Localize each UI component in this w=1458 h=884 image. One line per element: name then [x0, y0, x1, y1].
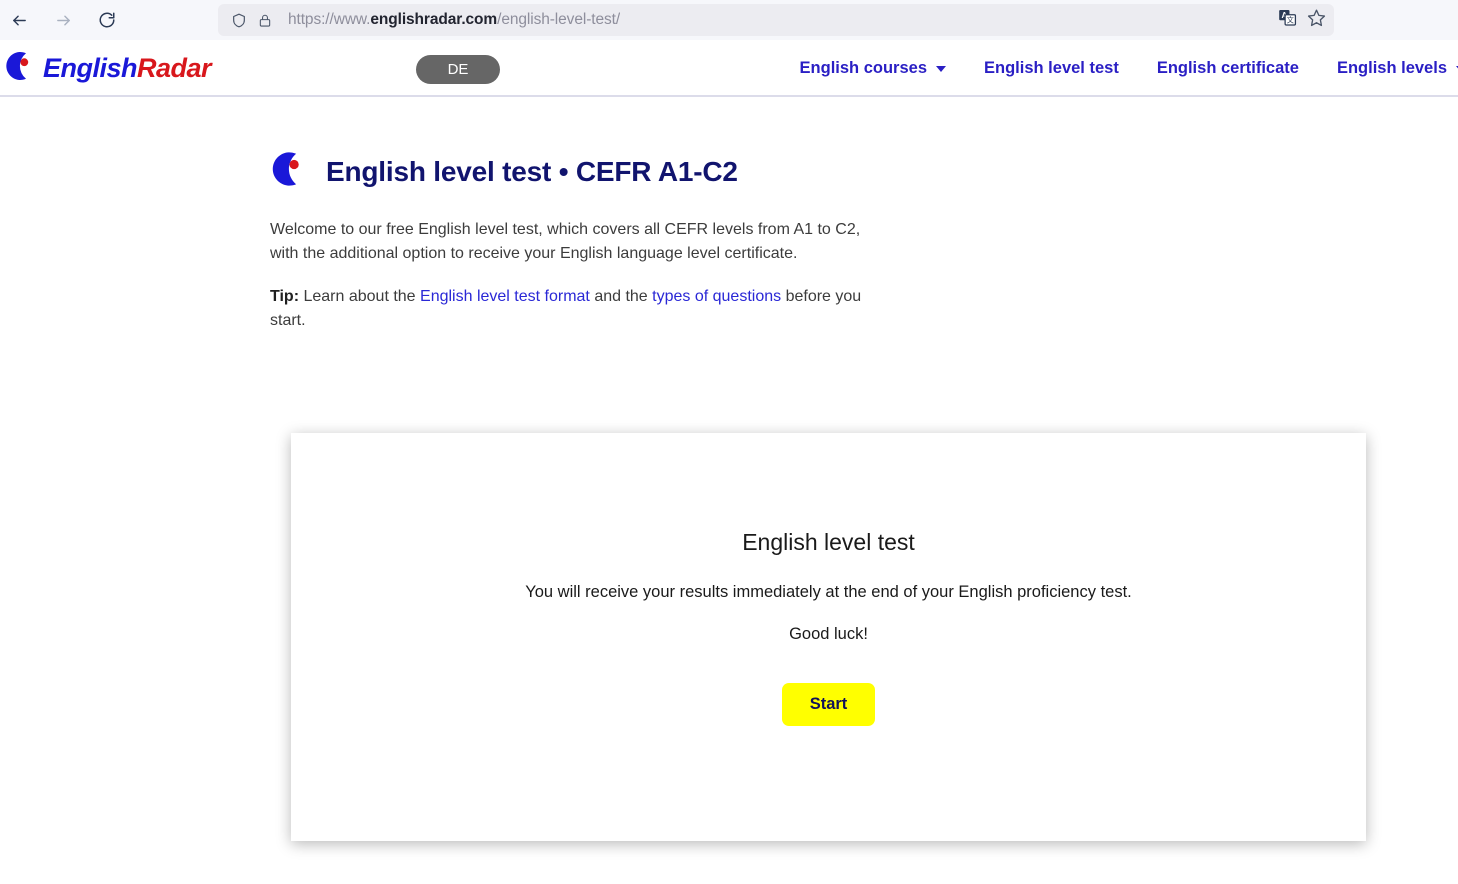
- link-test-format[interactable]: English level test format: [420, 288, 590, 305]
- logo-wordmark: EnglishRadar: [43, 53, 212, 84]
- back-button[interactable]: [4, 5, 34, 35]
- main-navigation: English courses English level test Engli…: [762, 55, 1458, 82]
- language-switch-label: DE: [447, 61, 469, 78]
- nav-item-english-level-test[interactable]: English level test: [984, 55, 1119, 82]
- back-arrow-icon: [11, 12, 28, 29]
- nav-item-english-levels[interactable]: English levels: [1337, 55, 1458, 82]
- crescent-dot-logo-icon: [4, 50, 36, 87]
- language-switch-button[interactable]: DE: [416, 55, 500, 84]
- logo-word-radar: Radar: [137, 53, 212, 83]
- site-logo[interactable]: EnglishRadar: [4, 50, 212, 87]
- nav-item-english-certificate[interactable]: English certificate: [1157, 55, 1299, 82]
- forward-button[interactable]: [48, 5, 78, 35]
- forward-arrow-icon: [55, 12, 72, 29]
- shield-icon[interactable]: [226, 7, 252, 33]
- url-text[interactable]: https://www.englishradar.com/english-lev…: [288, 11, 620, 29]
- link-types-of-questions[interactable]: types of questions: [652, 288, 781, 305]
- tip-text-between: and the: [589, 288, 653, 305]
- site-header: EnglishRadar English courses English lev…: [0, 40, 1458, 97]
- lock-icon[interactable]: [252, 7, 278, 33]
- intro-paragraph: Welcome to our free English level test, …: [270, 221, 861, 262]
- nav-item-english-courses[interactable]: English courses: [799, 55, 947, 82]
- tip-paragraph: Tip: Learn about the English level test …: [270, 285, 870, 333]
- translate-icon[interactable]: A 文: [1278, 8, 1297, 32]
- address-bar[interactable]: https://www.englishradar.com/english-lev…: [218, 4, 1334, 36]
- star-bookmark-icon[interactable]: [1307, 8, 1326, 32]
- crescent-dot-logo-icon: [270, 150, 308, 193]
- reload-button[interactable]: [92, 5, 122, 35]
- intro-section: Welcome to our free English level test, …: [270, 218, 870, 333]
- nav-label: English levels: [1336, 59, 1447, 77]
- nav-label: English level test: [984, 59, 1119, 77]
- test-card-title: English level test: [742, 529, 915, 555]
- tip-text-before: Learn about the: [299, 288, 421, 305]
- svg-text:文: 文: [1287, 16, 1294, 25]
- browser-nav-buttons: [0, 5, 122, 35]
- nav-label: English certificate: [1156, 59, 1299, 77]
- page-heading: English level test • CEFR A1-C2: [270, 150, 738, 193]
- address-bar-actions: A 文: [1278, 8, 1326, 32]
- page-title: English level test • CEFR A1-C2: [326, 155, 738, 187]
- reload-icon: [98, 11, 116, 29]
- nav-label: English courses: [799, 59, 928, 77]
- tip-label: Tip:: [270, 288, 300, 305]
- browser-toolbar: https://www.englishradar.com/english-lev…: [0, 0, 1458, 40]
- logo-word-english: English: [43, 53, 138, 83]
- test-card-good-luck: Good luck!: [789, 625, 868, 643]
- chevron-down-icon: [936, 65, 947, 72]
- test-card-content: English level test You will receive your…: [291, 529, 1366, 726]
- start-button[interactable]: Start: [781, 683, 876, 726]
- test-card: English level test You will receive your…: [291, 433, 1366, 841]
- test-card-subtitle: You will receive your results immediatel…: [525, 583, 1132, 601]
